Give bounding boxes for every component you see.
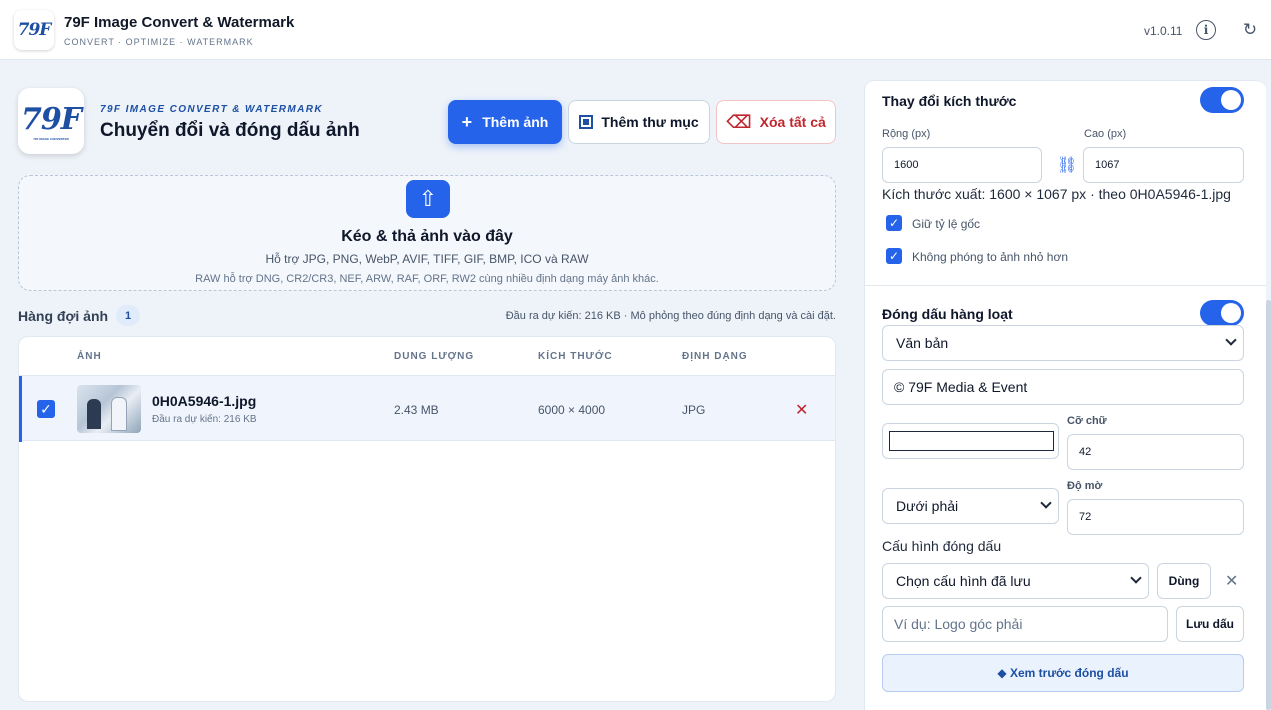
column-header-size: DUNG LƯỢNG	[394, 351, 475, 362]
position-select[interactable]: Dưới phải	[882, 488, 1059, 524]
clear-all-button[interactable]: ⌫ Xóa tất cả	[716, 100, 836, 144]
preset-value: Chọn cấu hình đã lưu	[896, 573, 1031, 589]
column-header-image: ẢNH	[77, 351, 102, 362]
position-value: Dưới phải	[896, 498, 959, 514]
preset-select[interactable]: Chọn cấu hình đã lưu	[882, 563, 1149, 599]
resize-toggle[interactable]	[1200, 87, 1244, 113]
remove-icon[interactable]: ✕	[795, 400, 808, 420]
export-size-text: Kích thước xuất: 1600 × 1067 px · theo 0…	[882, 186, 1231, 202]
width-input[interactable]: 1600	[882, 147, 1042, 183]
table-row[interactable]: ✓ 0H0A5946-1.jpg Đầu ra dự kiến: 216 KB …	[19, 375, 835, 442]
file-estimate: Đầu ra dự kiến: 216 KB	[152, 414, 257, 425]
opacity-input[interactable]: 72	[1067, 499, 1244, 535]
file-name: 0H0A5946-1.jpg	[152, 393, 257, 409]
upload-arrow-icon: ⇧	[406, 180, 450, 218]
watermark-type-select[interactable]: Văn bản	[882, 325, 1244, 361]
watermark-title: Đóng dấu hàng loạt	[882, 306, 1013, 322]
section-divider	[864, 285, 1266, 286]
app-logo: 79F	[14, 10, 54, 50]
app-logo-text: 79F	[17, 20, 52, 40]
app-subtitle: CONVERT · OPTIMIZE · WATERMARK	[64, 37, 254, 47]
add-folder-button[interactable]: Thêm thư mục	[568, 100, 710, 144]
queue-count-badge: 1	[116, 305, 140, 326]
dropzone-formats: Hỗ trợ JPG, PNG, WebP, AVIF, TIFF, GIF, …	[265, 252, 589, 266]
brand-logo-subtext: 79F IMAGE CONVERTER	[33, 136, 69, 141]
brand-logo-text: 79F	[20, 101, 82, 137]
resize-title: Thay đổi kích thước	[882, 93, 1017, 109]
version-label: v1.0.11	[1144, 24, 1183, 38]
queue-table: ẢNH DUNG LƯỢNG KÍCH THƯỚC ĐỊNH DẠNG ✓ 0H…	[18, 336, 836, 702]
preview-watermark-button[interactable]: ◆ Xem trước đóng dấu	[882, 654, 1244, 692]
brand-logo: 79F 79F IMAGE CONVERTER	[18, 88, 84, 154]
top-bar: 79F 79F Image Convert & Watermark CONVER…	[0, 0, 1271, 60]
backspace-icon: ⌫	[726, 111, 752, 132]
color-picker[interactable]	[882, 423, 1059, 459]
row-checkbox[interactable]: ✓	[37, 400, 55, 418]
close-icon[interactable]: ✕	[1225, 571, 1238, 591]
no-upscale-checkbox[interactable]: ✓	[886, 248, 902, 264]
no-upscale-label: Không phóng to ảnh nhỏ hơn	[912, 250, 1069, 264]
watermark-toggle[interactable]	[1200, 300, 1244, 326]
queue-label: Hàng đợi ảnh	[18, 308, 109, 324]
page-title: Chuyển đổi và đóng dấu ảnh	[100, 120, 360, 141]
preset-name-input[interactable]: Ví dụ: Logo góc phải	[882, 606, 1168, 642]
chevron-down-icon	[1130, 572, 1142, 584]
dropzone-title: Kéo & thả ảnh vào đây	[341, 228, 513, 245]
watermark-text-input[interactable]: © 79F Media & Event	[882, 369, 1244, 405]
file-dimensions: 6000 × 4000	[538, 403, 606, 417]
dropzone[interactable]: ⇧ Kéo & thả ảnh vào đây Hỗ trợ JPG, PNG,…	[18, 175, 836, 291]
image-thumbnail	[77, 385, 141, 433]
dropzone-raw-note: RAW hỗ trợ DNG, CR2/CR3, NEF, ARW, RAF, …	[195, 273, 659, 285]
clear-all-label: Xóa tất cả	[759, 114, 826, 130]
column-header-format: ĐỊNH DẠNG	[682, 351, 748, 362]
app-title: 79F Image Convert & Watermark	[64, 14, 295, 31]
keep-ratio-label: Giữ tỷ lệ gốc	[912, 217, 981, 231]
save-preset-button[interactable]: Lưu dấu	[1176, 606, 1244, 642]
keep-ratio-checkbox[interactable]: ✓	[886, 215, 902, 231]
width-label: Rộng (px)	[882, 128, 931, 140]
add-image-label: Thêm ảnh	[482, 114, 549, 130]
color-swatch	[889, 431, 1054, 451]
font-size-label: Cỡ chữ	[1067, 415, 1107, 427]
height-input[interactable]: 1067	[1083, 147, 1244, 183]
column-header-dimensions: KÍCH THƯỚC	[538, 351, 613, 362]
opacity-label: Độ mờ	[1067, 480, 1103, 492]
height-label: Cao (px)	[1084, 128, 1127, 140]
preset-label: Cấu hình đóng dấu	[882, 538, 1002, 554]
file-size: 2.43 MB	[394, 403, 439, 417]
folder-icon	[579, 115, 594, 129]
refresh-icon[interactable]: ↻	[1240, 20, 1260, 40]
chevron-down-icon	[1040, 497, 1052, 509]
plus-icon: +	[461, 111, 473, 132]
watermark-type-value: Văn bản	[896, 335, 949, 351]
apply-preset-button[interactable]: Dùng	[1157, 563, 1211, 599]
add-folder-label: Thêm thư mục	[601, 114, 699, 130]
panel-scrollbar[interactable]	[1266, 300, 1271, 710]
font-size-input[interactable]: 42	[1067, 434, 1244, 470]
add-image-button[interactable]: + Thêm ảnh	[448, 100, 562, 144]
preset-name-placeholder: Ví dụ: Logo góc phải	[894, 616, 1023, 632]
row-selected-accent	[19, 376, 22, 442]
file-format: JPG	[682, 403, 706, 417]
link-icon[interactable]: ⛓	[1057, 155, 1077, 175]
info-icon[interactable]: i	[1196, 20, 1216, 40]
chevron-down-icon	[1225, 334, 1237, 346]
brand-kicker: 79F IMAGE CONVERT & WATERMARK	[100, 104, 324, 115]
queue-estimate-note: Đầu ra dự kiến: 216 KB · Mô phỏng theo đ…	[505, 310, 836, 322]
